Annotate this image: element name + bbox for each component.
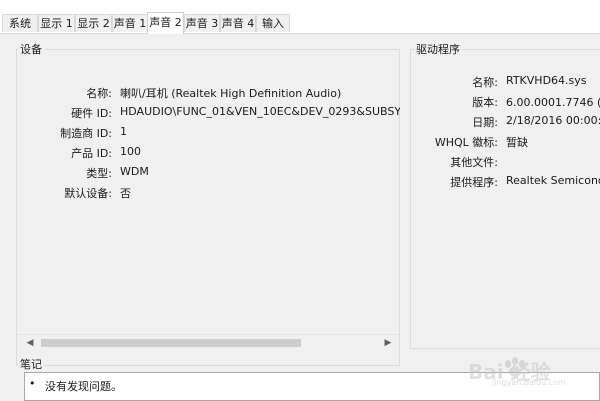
provider-value: Realtek Semiconduc	[506, 174, 600, 187]
tab-sound-1[interactable]: 声音 1	[112, 14, 148, 32]
tab-display-1[interactable]: 显示 1	[38, 14, 75, 32]
driver-group-title: 驱动程序	[414, 41, 462, 57]
tab-label: 声音 3	[185, 17, 219, 30]
bullet-icon: •	[29, 377, 36, 390]
scroll-left-arrow-icon[interactable]: ◀	[23, 336, 37, 350]
default-device-label: 默认设备:	[64, 187, 112, 200]
tab-label: 声音 4	[221, 17, 255, 30]
type-label: 类型:	[86, 167, 112, 180]
driver-version-value: 6.00.0001.7746 (英语	[506, 96, 600, 109]
driver-date-value: 2/18/2016 00:00:00	[506, 114, 600, 127]
driver-name-value: RTKVHD64.sys	[506, 74, 587, 87]
watermark-subtext: jingyan.baidu.com	[492, 378, 566, 387]
provider-label: 提供程序:	[450, 176, 498, 189]
default-device-value: 否	[120, 187, 131, 200]
hardware-id-label: 硬件 ID:	[71, 107, 112, 120]
manufacturer-id-label: 制造商 ID:	[60, 127, 112, 140]
whql-logo-label: WHQL 徽标:	[434, 136, 498, 149]
scrollbar-thumb[interactable]	[41, 339, 301, 347]
tab-label: 声音 1	[113, 17, 147, 30]
notes-title: 笔记	[18, 356, 44, 372]
tab-sound-2[interactable]: 声音 2	[147, 12, 184, 34]
tab-system[interactable]: 系统	[2, 14, 38, 32]
baidu-watermark: Bai 经验 jingyan.baidu.com	[468, 352, 588, 391]
product-id-value: 100	[120, 145, 141, 158]
tab-strip: 系统 显示 1 显示 2 声音 1 声音 2 声音 3 声音 4 输入	[0, 0, 600, 34]
device-name-value: 喇叭/耳机 (Realtek High Definition Audio)	[120, 87, 342, 100]
device-name-label: 名称:	[86, 87, 112, 100]
horizontal-scrollbar[interactable]: ◀ ▶	[17, 334, 399, 351]
scroll-right-arrow-icon[interactable]: ▶	[381, 336, 395, 350]
tab-display-2[interactable]: 显示 2	[75, 14, 112, 32]
tab-label: 系统	[9, 17, 31, 30]
tab-input[interactable]: 输入	[256, 14, 290, 32]
tab-label: 输入	[262, 17, 284, 30]
tab-sound-3[interactable]: 声音 3	[184, 14, 220, 32]
whql-logo-value: 暂缺	[506, 136, 528, 149]
driver-name-label: 名称:	[472, 76, 498, 89]
tab-page: 设备 名称: 喇叭/耳机 (Realtek High Definition Au…	[0, 33, 600, 401]
tab-label: 声音 2	[149, 16, 182, 29]
product-id-label: 产品 ID:	[71, 147, 112, 160]
hardware-id-value: HDAUDIO\FUNC_01&VEN_10EC&DEV_0293&SUBSYS…	[120, 105, 400, 118]
tab-label: 显示 1	[40, 17, 73, 30]
driver-version-label: 版本:	[472, 96, 498, 109]
tab-label: 显示 2	[77, 17, 110, 30]
device-group-title: 设备	[18, 41, 44, 57]
driver-date-label: 日期:	[472, 116, 498, 129]
tab-sound-4[interactable]: 声音 4	[220, 14, 256, 32]
manufacturer-id-value: 1	[120, 125, 127, 138]
type-value: WDM	[120, 165, 149, 178]
other-files-label: 其他文件:	[450, 156, 498, 169]
